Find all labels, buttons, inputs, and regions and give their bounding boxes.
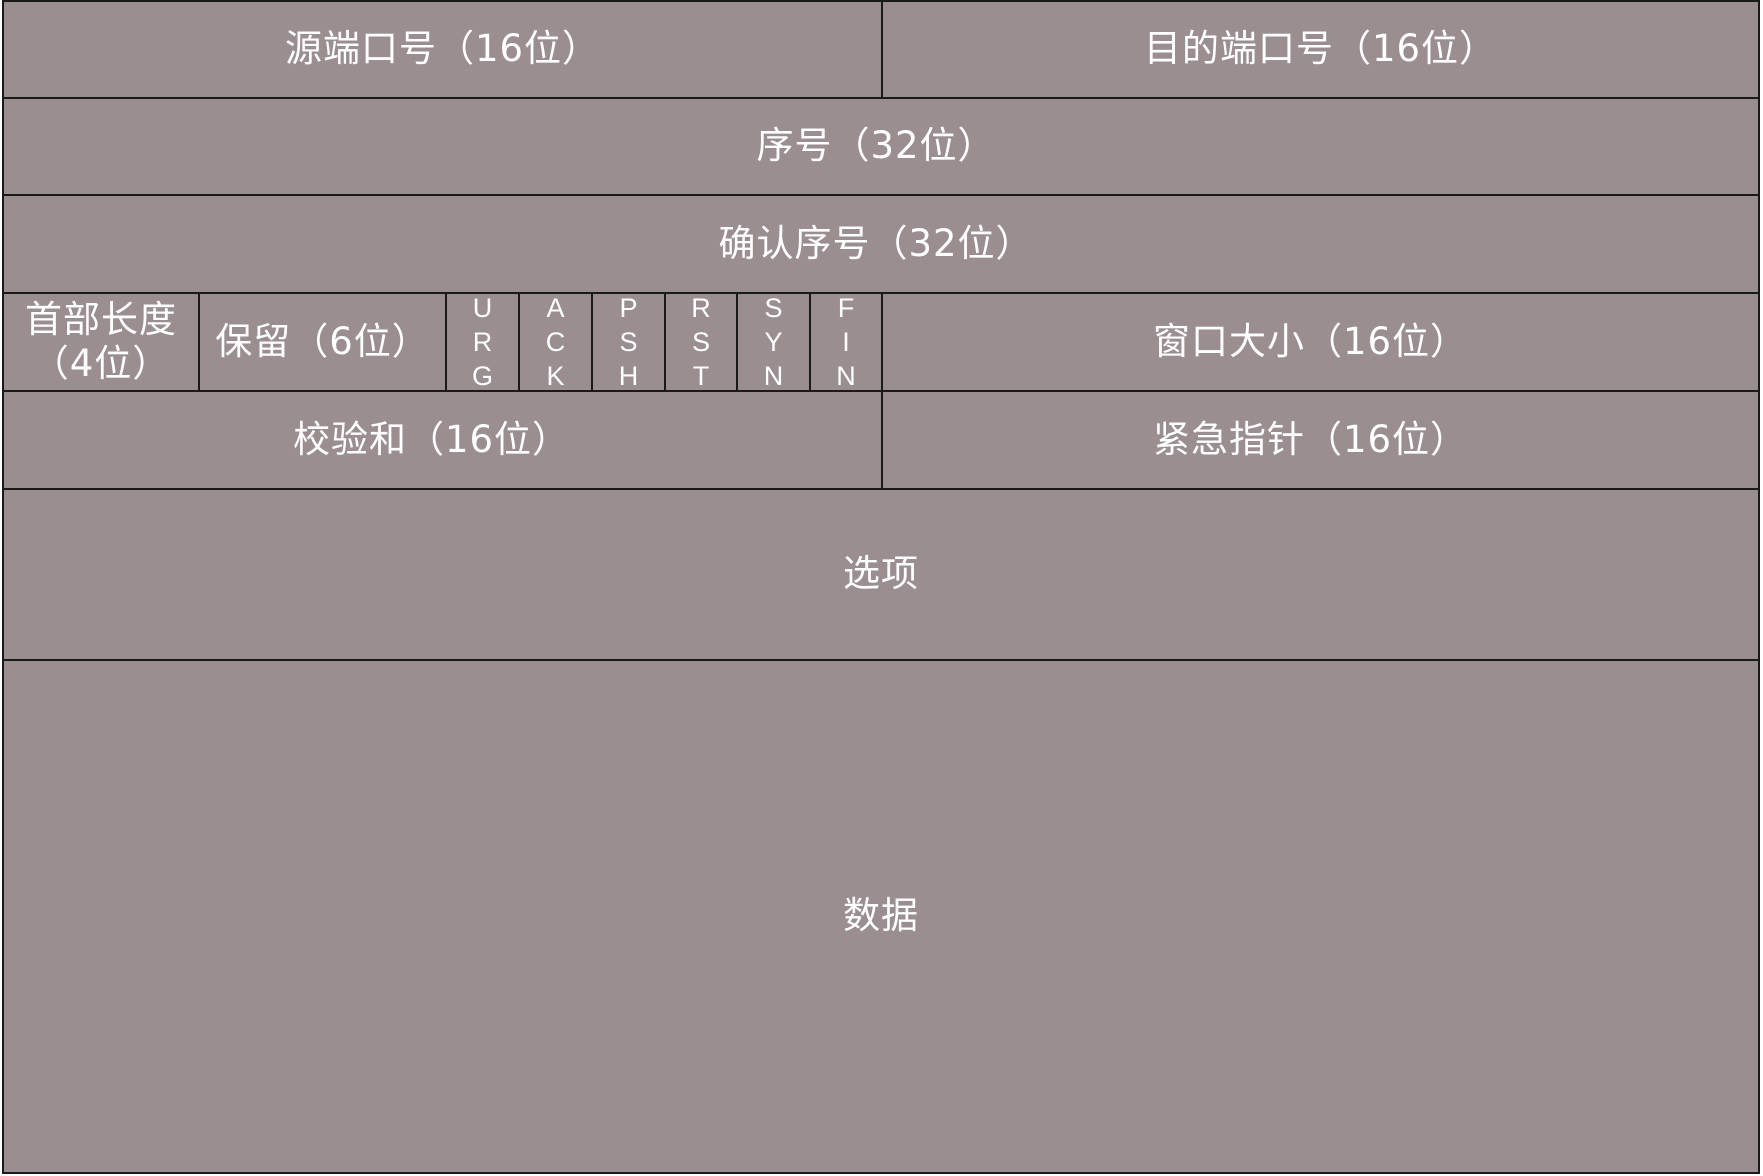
checksum-field: 校验和（16位） [4,392,859,488]
flag-fin-char-1: F [837,293,855,323]
window-size-field: 窗口大小（16位） [883,294,1738,390]
tcp-header-diagram: 源端口号（16位） 目的端口号（16位） 序号（32位） 确认序号（32位） 首… [2,0,1760,1174]
reserved-label: 保留（6位） [215,319,430,363]
flag-fin: F I N [811,293,881,391]
flag-syn: S Y N [738,293,809,391]
reserved-field: 保留（6位） [200,294,445,390]
flag-ack-char-3: K [546,361,565,391]
flag-rst-char-1: R [691,293,711,323]
sequence-number-field: 序号（32位） [4,99,1758,194]
flag-rst: R S T [666,293,736,391]
options-field: 选项 [4,490,1758,659]
flag-ack-char-2: C [545,327,566,357]
flag-rst-char-3: T [692,361,710,391]
source-port-label: 源端口号（16位） [284,27,601,71]
urgent-pointer-field: 紧急指针（16位） [883,392,1738,488]
data-field: 数据 [4,661,1758,1172]
ack-number-field: 确认序号（32位） [4,196,1758,292]
window-size-label: 窗口大小（16位） [1152,319,1469,363]
data-label: 数据 [843,894,919,938]
dest-port-label: 目的端口号（16位） [1143,27,1498,71]
flag-psh-char-2: S [619,327,638,357]
flag-psh-char-1: P [619,293,638,323]
header-length-label-line2: （4位） [31,342,171,385]
urgent-pointer-label: 紧急指针（16位） [1152,417,1469,461]
flag-psh-char-3: H [618,361,639,391]
flag-syn-char-3: N [763,361,784,391]
checksum-label: 校验和（16位） [292,417,571,461]
options-label: 选项 [843,552,919,596]
sequence-number-label: 序号（32位） [756,124,996,168]
dest-port-field: 目的端口号（16位） [883,2,1758,97]
ack-number-label: 确认序号（32位） [718,221,1034,265]
flag-urg-char-3: G [471,361,493,391]
flag-fin-char-3: N [836,361,856,391]
flag-ack-char-1: A [546,293,565,323]
flag-ack: A C K [520,293,591,391]
source-port-field: 源端口号（16位） [4,2,881,97]
flag-urg-char-2: R [472,327,493,357]
header-length-label-line1: 首部长度 [25,298,177,341]
flag-urg: U R G [447,293,518,391]
flag-syn-char-2: Y [764,327,783,357]
flag-urg-char-1: U [472,293,493,323]
flag-rst-char-2: S [691,327,710,357]
flag-syn-char-1: S [764,293,783,323]
flag-psh: P S H [593,293,664,391]
flag-fin-char-2: I [842,327,850,357]
header-length-field: 首部长度 （4位） [4,294,198,390]
